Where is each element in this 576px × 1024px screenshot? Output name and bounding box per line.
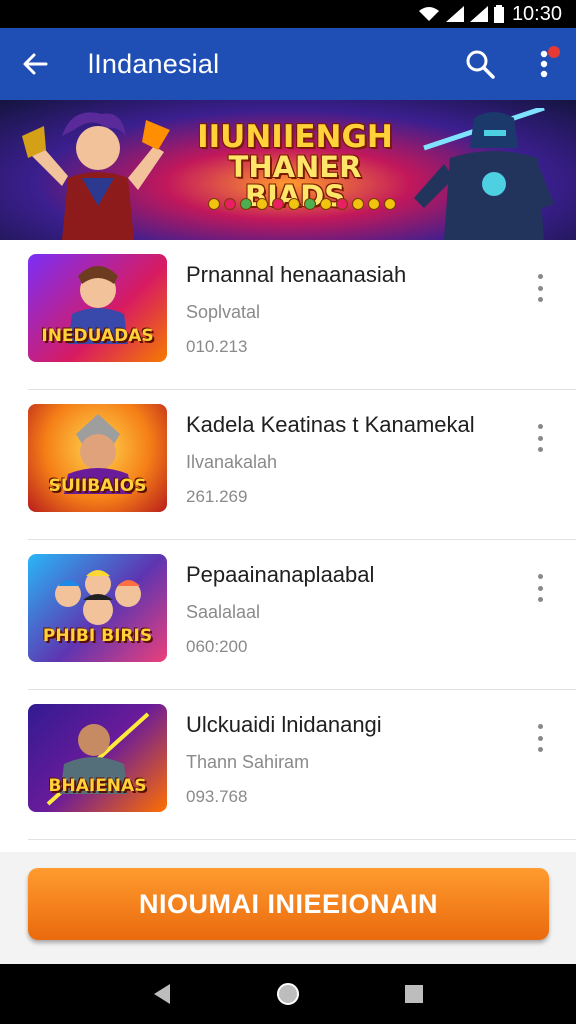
item-subtitle: Ilvanakalah [186, 452, 278, 472]
search-button[interactable] [448, 28, 512, 100]
back-button[interactable] [0, 28, 70, 100]
overflow-menu-button[interactable] [512, 28, 576, 100]
item-subtitle: Soplvatal [186, 302, 261, 322]
primary-action-button[interactable]: NIOUMAI INIEEIONAIN [28, 868, 549, 940]
item-text: Ulckuaidi lnidanangi Thann Sahiram 093.7… [186, 712, 382, 807]
item-number: 060:200 [186, 637, 248, 656]
list-item[interactable]: SUIIBAIOS Kadela Keatinas t Kanamekal Il… [28, 390, 576, 540]
status-bar: 10:30 [0, 0, 576, 28]
battery-icon [493, 5, 504, 23]
page-title: lIndanesial [88, 48, 220, 79]
promo-banner[interactable]: IIUNIIENGH THANER BIADS [0, 100, 576, 240]
item-more-button[interactable] [530, 420, 550, 456]
nav-back-icon[interactable] [152, 983, 172, 1005]
hero-character-right [414, 108, 554, 240]
item-number: 261.269 [186, 487, 248, 506]
status-time: 10:30 [511, 2, 562, 25]
nav-home-icon[interactable] [275, 981, 301, 1007]
more-vert-icon [540, 50, 548, 78]
item-title: Pepaainanaplaabal [186, 562, 375, 587]
thumbnail-label: BHAIENAS [48, 776, 147, 796]
signal-icon-2 [469, 6, 488, 22]
item-title: Prnannal henaanasiah [186, 262, 407, 287]
item-title: Ulckuaidi lnidanangi [186, 712, 382, 737]
banner-gem-row [208, 198, 396, 210]
notification-badge [548, 46, 560, 58]
banner-headline-line1: IIUNIIENGH [197, 119, 393, 155]
app-bar: lIndanesial [0, 28, 576, 100]
thumbnail-label: PHIBI BIRIS [42, 626, 153, 646]
thumbnail-label: INEDUADAS [41, 326, 154, 346]
item-text: Kadela Keatinas t Kanamekal Ilvanakalah … [186, 412, 475, 507]
list-item[interactable]: INEDUADAS Prnannal henaanasiah Soplvatal… [28, 240, 576, 390]
system-nav-bar [0, 964, 576, 1024]
game-thumbnail: INEDUADAS [28, 254, 167, 362]
item-more-button[interactable] [530, 570, 550, 606]
hero-character-left [22, 112, 170, 240]
item-text: Pepaainanaplaabal Saalalaal 060:200 [186, 562, 374, 657]
game-thumbnail: PHIBI BIRIS [28, 554, 167, 662]
item-title: Kadela Keatinas t Kanamekal [186, 412, 475, 437]
item-subtitle: Saalalaal [186, 602, 261, 622]
item-number: 093.768 [186, 787, 248, 806]
game-list[interactable]: INEDUADAS Prnannal henaanasiah Soplvatal… [0, 240, 576, 852]
game-thumbnail: SUIIBAIOS [28, 404, 167, 512]
item-more-button[interactable] [530, 720, 550, 756]
list-item[interactable]: PHIBI BIRIS Pepaainanaplaabal Saalalaal … [28, 540, 576, 690]
game-thumbnail: BHAIENAS [28, 704, 167, 812]
item-more-button[interactable] [530, 270, 550, 306]
thumbnail-label: SUIIBAIOS [48, 476, 147, 496]
footer: NIOUMAI INIEEIONAIN [0, 852, 576, 964]
wifi-icon [418, 7, 439, 21]
signal-icon [445, 6, 464, 22]
search-icon [466, 50, 495, 79]
nav-recents-icon[interactable] [404, 984, 424, 1004]
list-item[interactable] [28, 840, 576, 852]
item-subtitle: Thann Sahiram [186, 752, 310, 772]
item-text: Prnannal henaanasiah Soplvatal 010.213 [186, 262, 406, 357]
status-icons [418, 5, 504, 23]
arrow-back-icon [23, 53, 48, 75]
list-item[interactable]: BHAIENAS Ulckuaidi lnidanangi Thann Sahi… [28, 690, 576, 840]
item-number: 010.213 [186, 337, 248, 356]
